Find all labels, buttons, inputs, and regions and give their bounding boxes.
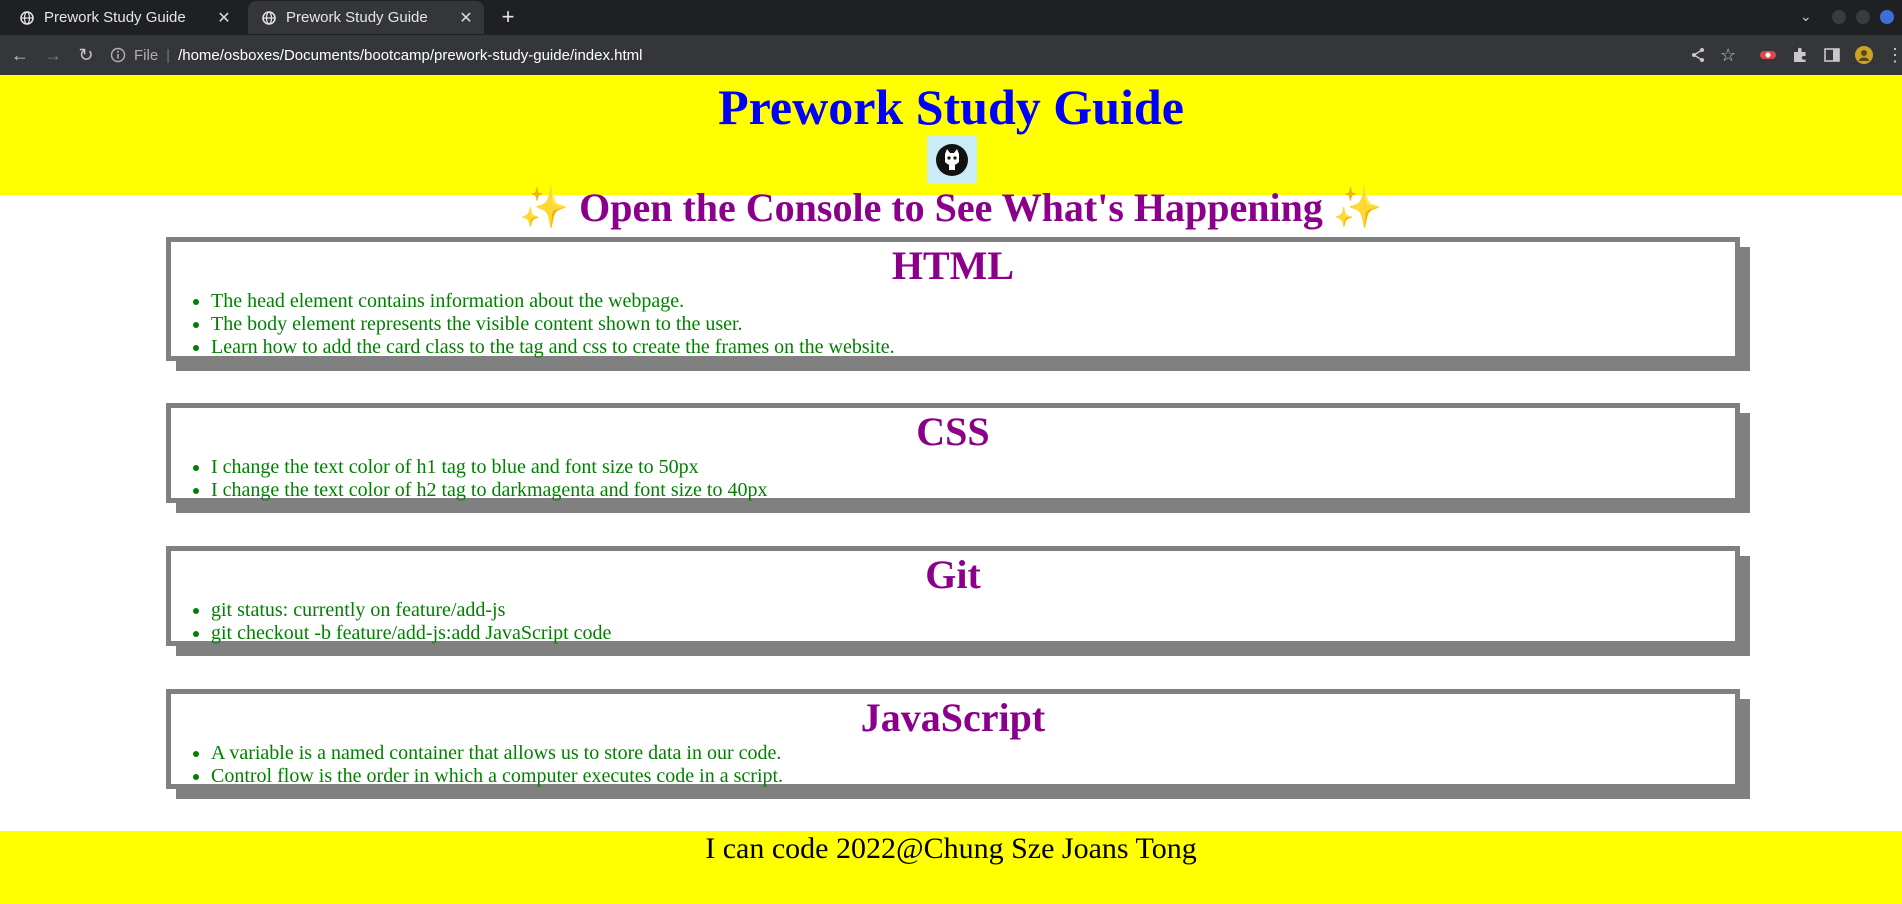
page-title: Prework Study Guide — [718, 79, 1184, 135]
scheme-label: File — [134, 46, 159, 64]
tab-search-icon[interactable]: ⌄ — [1800, 8, 1812, 25]
menu-kebab-icon[interactable]: ⋮ — [1886, 45, 1902, 65]
list-item: Control flow is the order in which a com… — [211, 765, 1735, 788]
page-footer: I can code 2022@Chung Sze Joans Tong — [0, 831, 1902, 904]
cat-logo-icon — [927, 136, 977, 184]
close-icon[interactable]: ✕ — [456, 8, 476, 28]
address-separator: | — [166, 46, 171, 64]
browser-tab-bar: Prework Study Guide ✕ Prework Study Guid… — [0, 0, 1902, 35]
globe-icon — [262, 10, 276, 25]
info-icon[interactable] — [110, 47, 126, 63]
card-html: HTML The head element contains informati… — [166, 237, 1740, 361]
browser-tab[interactable]: Prework Study Guide ✕ — [6, 1, 242, 34]
back-icon[interactable]: ← — [8, 43, 32, 67]
list-item: git checkout -b feature/add-js:add JavaS… — [211, 622, 1735, 645]
globe-icon — [20, 10, 34, 25]
extension-red-icon[interactable] — [1758, 45, 1778, 65]
card-heading: Git — [925, 552, 981, 597]
list-item: I change the text color of h1 tag to blu… — [211, 456, 1735, 479]
address-bar[interactable]: File | /home/osboxes/Documents/bootcamp/… — [110, 41, 642, 69]
close-window-icon[interactable] — [1880, 10, 1894, 24]
card-list: I change the text color of h1 tag to blu… — [171, 456, 1735, 502]
profile-avatar-icon[interactable] — [1854, 45, 1874, 65]
share-icon[interactable] — [1688, 45, 1708, 65]
maximize-icon[interactable] — [1856, 10, 1870, 24]
new-tab-button[interactable]: + — [496, 5, 520, 29]
card-heading: JavaScript — [860, 695, 1046, 740]
card-list: A variable is a named container that all… — [171, 742, 1735, 788]
extensions-puzzle-icon[interactable] — [1790, 45, 1810, 65]
forward-icon[interactable]: → — [41, 43, 65, 67]
tab-title: Prework Study Guide — [286, 9, 428, 26]
card-javascript: JavaScript A variable is a named contain… — [166, 689, 1740, 789]
card-heading: HTML — [891, 243, 1015, 288]
card-list: git status: currently on feature/add-js … — [171, 599, 1735, 645]
console-banner: ✨ Open the Console to See What's Happeni… — [519, 185, 1383, 230]
reload-icon[interactable]: ↻ — [74, 43, 98, 67]
bookmark-star-icon[interactable]: ☆ — [1720, 45, 1740, 65]
browser-toolbar: ← → ↻ File | /home/osboxes/Documents/boo… — [0, 35, 1902, 75]
list-item: I change the text color of h2 tag to dar… — [211, 479, 1735, 502]
list-item: Learn how to add the card class to the t… — [211, 336, 1735, 359]
footer-text: I can code 2022@Chung Sze Joans Tong — [705, 832, 1197, 865]
tab-title: Prework Study Guide — [44, 9, 186, 26]
list-item: The body element represents the visible … — [211, 313, 1735, 336]
minimize-icon[interactable] — [1832, 10, 1846, 24]
close-icon[interactable]: ✕ — [214, 8, 234, 28]
side-panel-icon[interactable] — [1822, 45, 1842, 65]
url-text[interactable]: /home/osboxes/Documents/bootcamp/prework… — [178, 47, 642, 64]
card-css: CSS I change the text color of h1 tag to… — [166, 403, 1740, 503]
card-git: Git git status: currently on feature/add… — [166, 546, 1740, 646]
list-item: The head element contains information ab… — [211, 290, 1735, 313]
list-item: git status: currently on feature/add-js — [211, 599, 1735, 622]
card-list: The head element contains information ab… — [171, 290, 1735, 359]
browser-tab-active[interactable]: Prework Study Guide ✕ — [248, 1, 484, 34]
card-heading: CSS — [916, 409, 990, 454]
list-item: A variable is a named container that all… — [211, 742, 1735, 765]
